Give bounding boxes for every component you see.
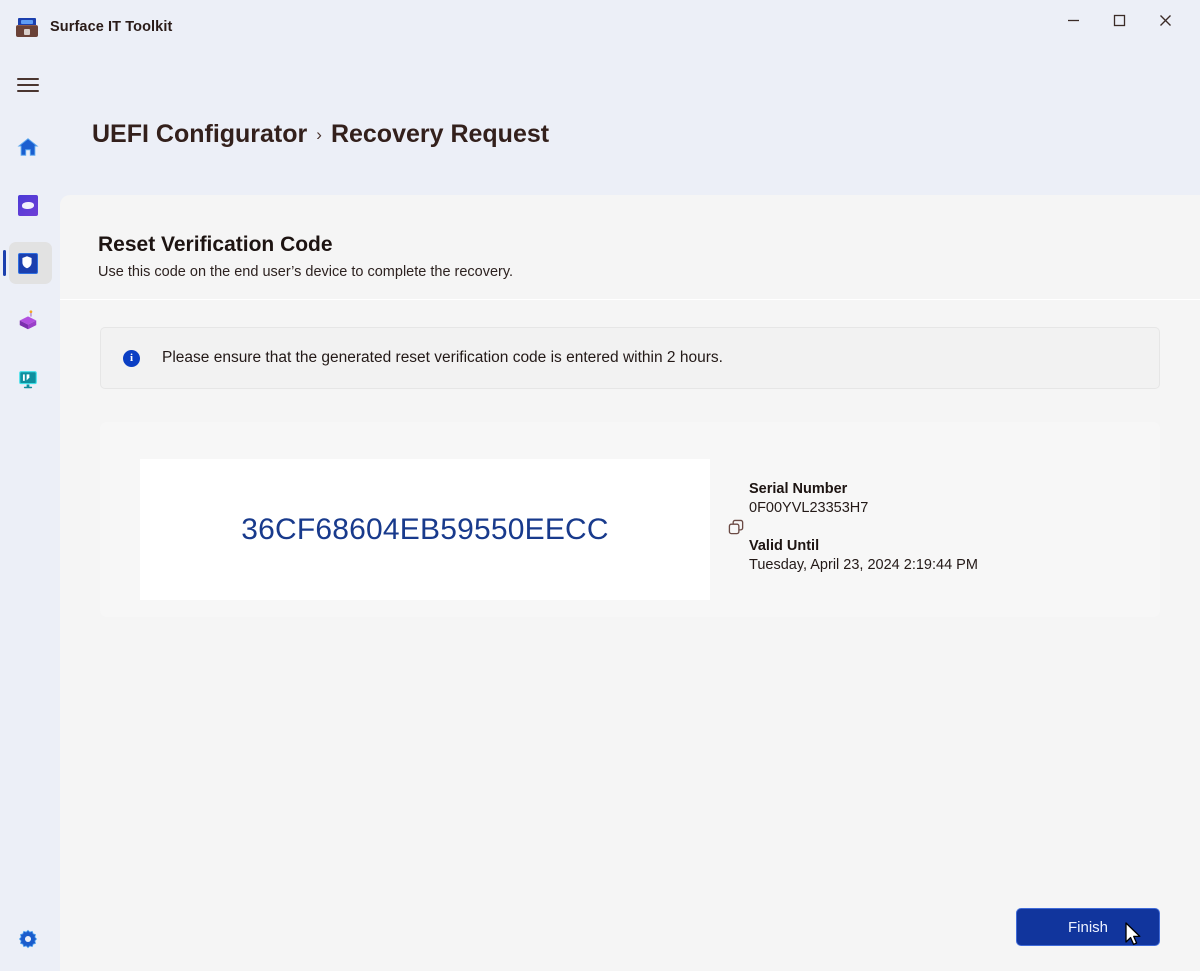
maximize-button[interactable] <box>1096 0 1142 40</box>
uefi-shield-icon <box>17 252 38 274</box>
maximize-icon <box>1113 14 1125 26</box>
data-eraser-icon <box>17 194 38 216</box>
info-banner: i Please ensure that the generated reset… <box>100 327 1160 389</box>
close-icon <box>1159 14 1171 26</box>
monitor-diagnostics-icon <box>18 371 37 389</box>
title-bar: Surface IT Toolkit <box>0 0 1200 53</box>
sidebar-item-home[interactable] <box>0 123 55 171</box>
device-metadata: Serial Number 0F00YVL23353H7 Valid Until… <box>749 481 1129 573</box>
sidebar-item-uefi-configurator[interactable] <box>0 239 55 287</box>
page-title: Reset Verification Code <box>98 233 333 256</box>
sidebar-rail <box>0 53 55 971</box>
main-content-card: Reset Verification Code Use this code on… <box>60 195 1200 971</box>
verification-code-box: 36CF68604EB59550EECC <box>140 459 710 600</box>
sidebar-item-diagnostics[interactable] <box>0 355 55 403</box>
breadcrumb-item-uefi-configurator[interactable]: UEFI Configurator <box>92 120 307 149</box>
copy-icon <box>728 519 743 534</box>
package-icon <box>19 310 36 330</box>
menu-toggle-button[interactable] <box>0 61 55 109</box>
info-banner-text: Please ensure that the generated reset v… <box>162 349 723 366</box>
sidebar-item-data-eraser[interactable] <box>0 181 55 229</box>
app-title: Surface IT Toolkit <box>50 18 173 35</box>
header-divider <box>60 299 1200 300</box>
verification-code-value[interactable]: 36CF68604EB59550EECC <box>241 513 609 547</box>
close-button[interactable] <box>1142 0 1188 40</box>
breadcrumb-separator-icon: › <box>316 124 322 144</box>
breadcrumb-item-recovery-request: Recovery Request <box>330 120 550 148</box>
breadcrumb: UEFI Configurator › Recovery Request <box>92 120 549 149</box>
sidebar-item-package[interactable] <box>0 297 55 345</box>
valid-until-label: Valid Until <box>749 538 820 554</box>
page-subtitle: Use this code on the end user’s device t… <box>98 264 514 280</box>
copy-code-button[interactable] <box>722 513 750 541</box>
gear-icon <box>18 929 37 949</box>
sidebar-item-settings[interactable] <box>0 915 55 963</box>
info-icon: i <box>123 349 140 367</box>
serial-number-value: 0F00YVL23353H7 <box>749 500 869 516</box>
valid-until-value: Tuesday, April 23, 2024 2:19:44 PM <box>749 557 978 573</box>
verification-code-card: 36CF68604EB59550EECC Serial Number 0F00Y… <box>100 422 1160 617</box>
toolkit-icon <box>16 16 38 38</box>
minimize-button[interactable] <box>1050 0 1096 40</box>
hamburger-menu-icon <box>16 74 39 96</box>
serial-number-label: Serial Number <box>749 481 848 497</box>
finish-button[interactable]: Finish <box>1016 908 1160 946</box>
window-controls <box>1050 0 1200 53</box>
home-icon <box>17 138 38 156</box>
minimize-icon <box>1067 19 1079 21</box>
